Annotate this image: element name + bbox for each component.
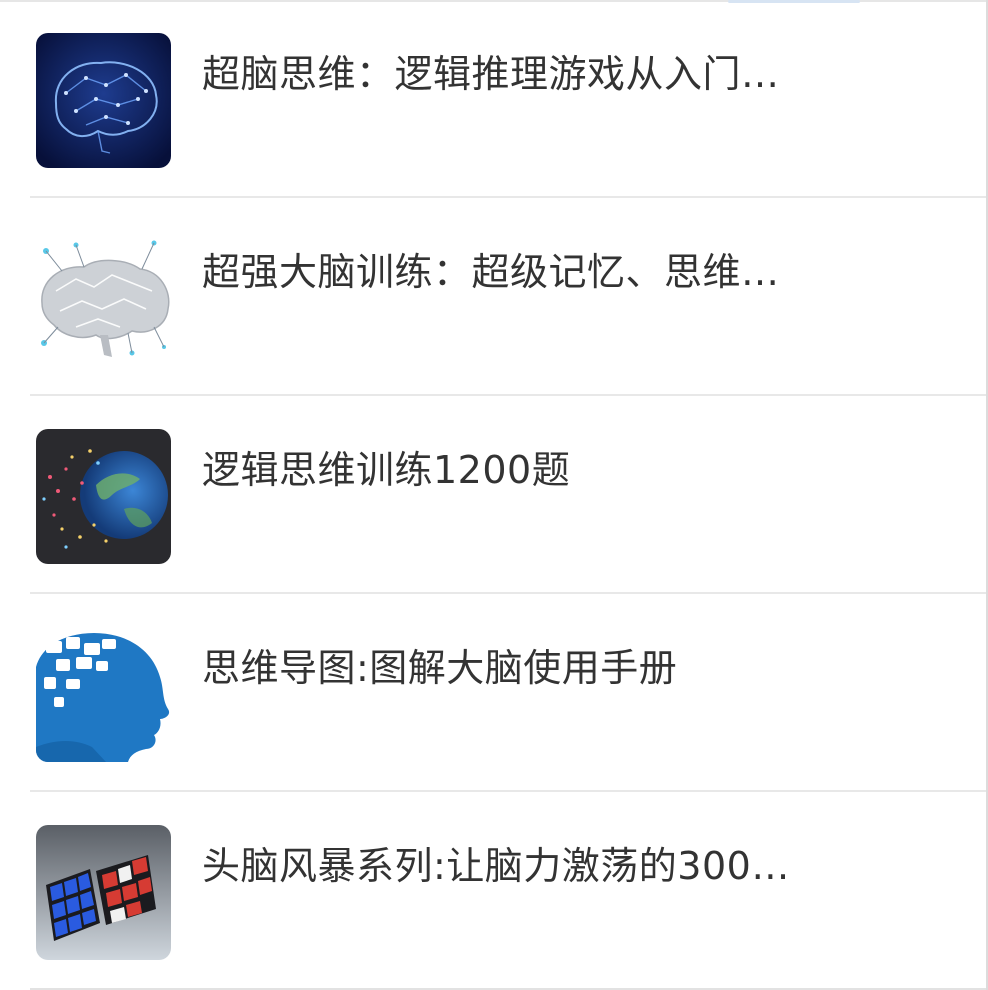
book-list-item[interactable]: 头脑风暴系列:让脑力激荡的300… (0, 792, 986, 990)
book-list: 超脑思维：逻辑推理游戏从入门… 超强大脑训练：超级记忆、思维… 逻辑思维训练12… (0, 0, 988, 990)
book-title: 思维导图:图解大脑使用手册 (202, 646, 678, 690)
head-puzzle-cover-icon (36, 627, 171, 762)
rubiks-cube-cover-icon (36, 825, 171, 960)
book-list-item[interactable]: 超脑思维：逻辑推理游戏从入门… (0, 0, 986, 198)
book-list-item[interactable]: 超强大脑训练：超级记忆、思维… (0, 198, 986, 396)
book-title: 超强大脑训练：超级记忆、思维… (202, 250, 780, 294)
book-list-item[interactable]: 思维导图:图解大脑使用手册 (0, 594, 986, 792)
lowpoly-brain-cover-icon (36, 231, 171, 366)
book-list-page: 超脑思维：逻辑推理游戏从入门… 超强大脑训练：超级记忆、思维… 逻辑思维训练12… (0, 0, 988, 990)
book-list-item[interactable]: 逻辑思维训练1200题 (0, 396, 986, 594)
globe-particles-cover-icon (36, 429, 171, 564)
book-title: 头脑风暴系列:让脑力激荡的300… (202, 844, 790, 888)
brain-network-cover-icon (36, 33, 171, 168)
book-title: 逻辑思维训练1200题 (202, 448, 571, 492)
book-title: 超脑思维：逻辑推理游戏从入门… (202, 52, 780, 96)
